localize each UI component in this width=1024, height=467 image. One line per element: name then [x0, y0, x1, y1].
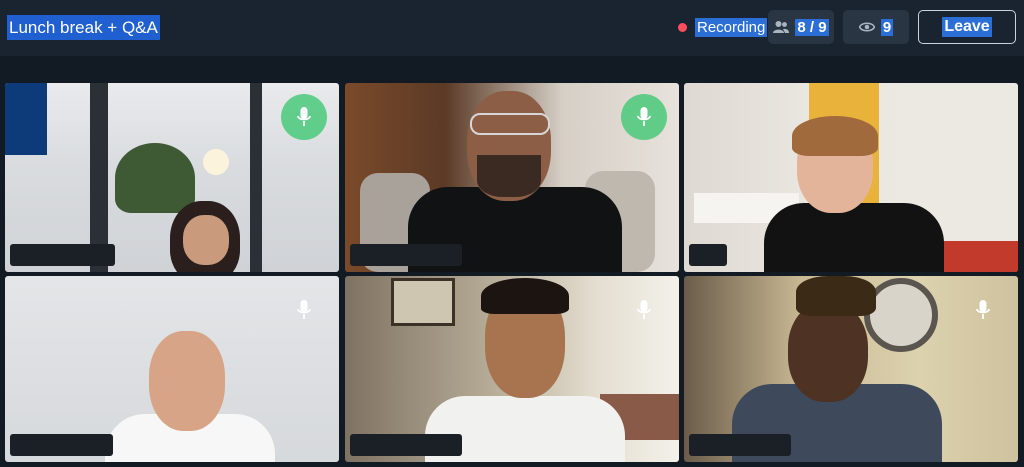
glass-partition [250, 83, 262, 272]
video-tile[interactable] [5, 83, 339, 272]
video-tile[interactable] [345, 276, 679, 462]
lamp [203, 149, 229, 175]
mic-indicator [960, 287, 1006, 333]
microphone-icon [976, 300, 990, 319]
video-tile[interactable] [5, 276, 339, 462]
participant-name-bar [10, 244, 115, 266]
window-frame [5, 83, 47, 155]
mic-indicator [621, 287, 667, 333]
video-tile[interactable] [684, 276, 1018, 462]
participant-name-bar [689, 434, 791, 456]
participant-face [183, 215, 229, 265]
recording-indicator: Recording [678, 16, 768, 38]
participant-name-bar [689, 244, 727, 266]
mic-active-indicator [621, 94, 667, 140]
leave-label: Leave [942, 17, 992, 37]
participant-face [788, 302, 868, 402]
viewers-button[interactable]: 9 [843, 10, 909, 44]
picture-frame [391, 278, 455, 326]
microphone-icon [637, 107, 651, 126]
participants-button[interactable]: 8 / 9 [768, 10, 834, 44]
beard [477, 155, 541, 197]
participant-hair [792, 116, 878, 156]
participant-body [764, 203, 944, 272]
mic-active-indicator [281, 94, 327, 140]
participant-name-bar [10, 434, 113, 456]
red-cushion [932, 241, 1018, 272]
participant-hair [796, 276, 876, 316]
microphone-icon [637, 300, 651, 319]
participant-face [149, 331, 225, 431]
glasses [470, 113, 550, 135]
viewers-count: 9 [880, 18, 894, 36]
recording-label: Recording [695, 17, 768, 37]
plant [115, 143, 195, 213]
top-bar: Lunch break + Q&A Recording 8 / 9 9 Leav… [0, 0, 1024, 56]
video-tile[interactable] [684, 83, 1018, 272]
video-tile[interactable] [345, 83, 679, 272]
eye-icon [858, 22, 875, 32]
call-title: Lunch break + Q&A [7, 15, 160, 40]
recording-dot-icon [678, 22, 687, 32]
microphone-icon [297, 300, 311, 319]
people-icon [773, 21, 790, 33]
mic-indicator [281, 287, 327, 333]
participants-count: 8 / 9 [795, 18, 829, 36]
participant-name-bar [350, 244, 462, 266]
participant-name-bar [350, 434, 462, 456]
participant-hair [481, 278, 569, 314]
leave-button[interactable]: Leave [918, 10, 1016, 44]
microphone-icon [297, 107, 311, 126]
